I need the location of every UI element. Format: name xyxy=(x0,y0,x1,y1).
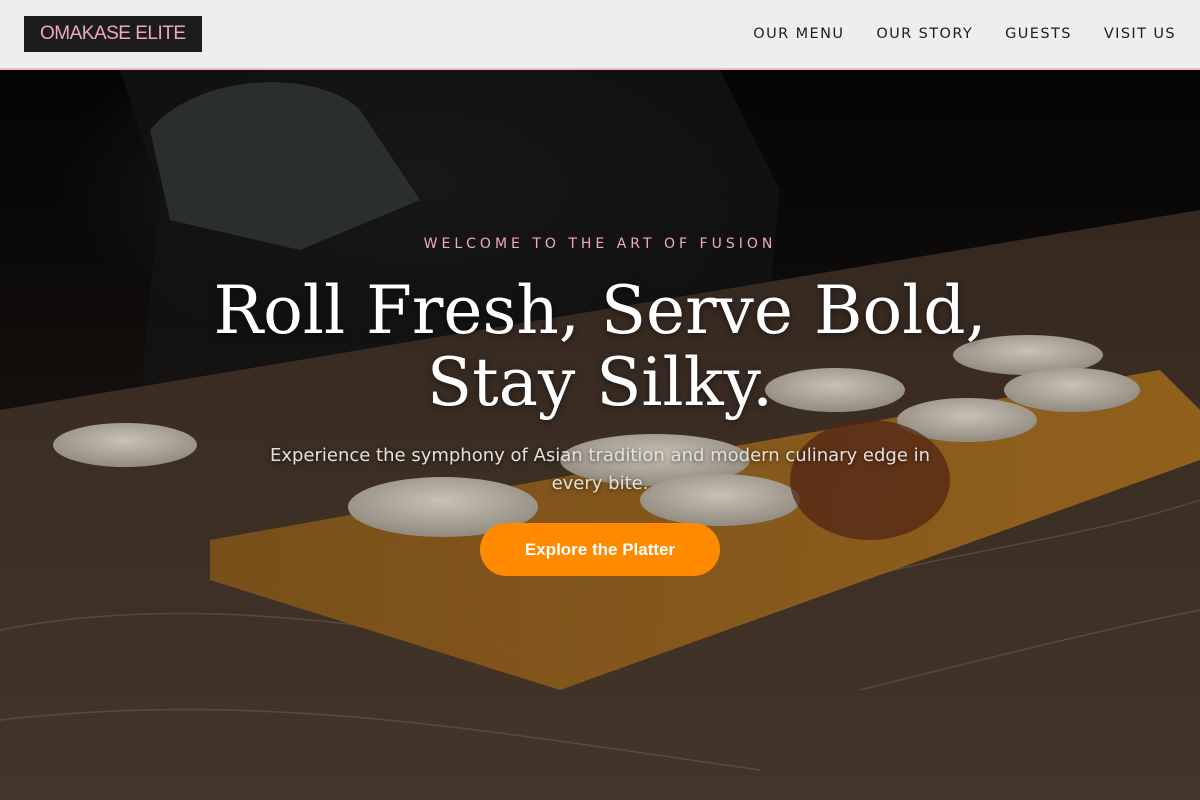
site-logo[interactable]: OMAKASE ELITE xyxy=(24,16,202,52)
site-header: OMAKASE ELITE OUR MENU OUR STORY GUESTS … xyxy=(0,0,1200,70)
nav-link-our-menu[interactable]: OUR MENU xyxy=(753,26,844,42)
nav-link-our-story[interactable]: OUR STORY xyxy=(876,26,973,42)
explore-platter-button[interactable]: Explore the Platter xyxy=(480,523,720,576)
main-nav: OUR MENU OUR STORY GUESTS VISIT US xyxy=(753,26,1176,42)
nav-link-visit-us[interactable]: VISIT US xyxy=(1104,26,1176,42)
hero-eyebrow: WELCOME TO THE ART OF FUSION xyxy=(423,236,777,252)
hero-section: WELCOME TO THE ART OF FUSION Roll Fresh,… xyxy=(0,70,1200,800)
hero-headline-line-2: Stay Silky. xyxy=(426,344,774,421)
nav-link-guests[interactable]: GUESTS xyxy=(1005,26,1072,42)
hero-headline: Roll Fresh, Serve Bold, Stay Silky. xyxy=(0,275,1200,419)
hero-subhead: Experience the symphony of Asian traditi… xyxy=(269,445,931,494)
hero-content: WELCOME TO THE ART OF FUSION Roll Fresh,… xyxy=(0,70,1200,800)
hero-headline-line-1: Roll Fresh, Serve Bold, xyxy=(213,272,987,349)
